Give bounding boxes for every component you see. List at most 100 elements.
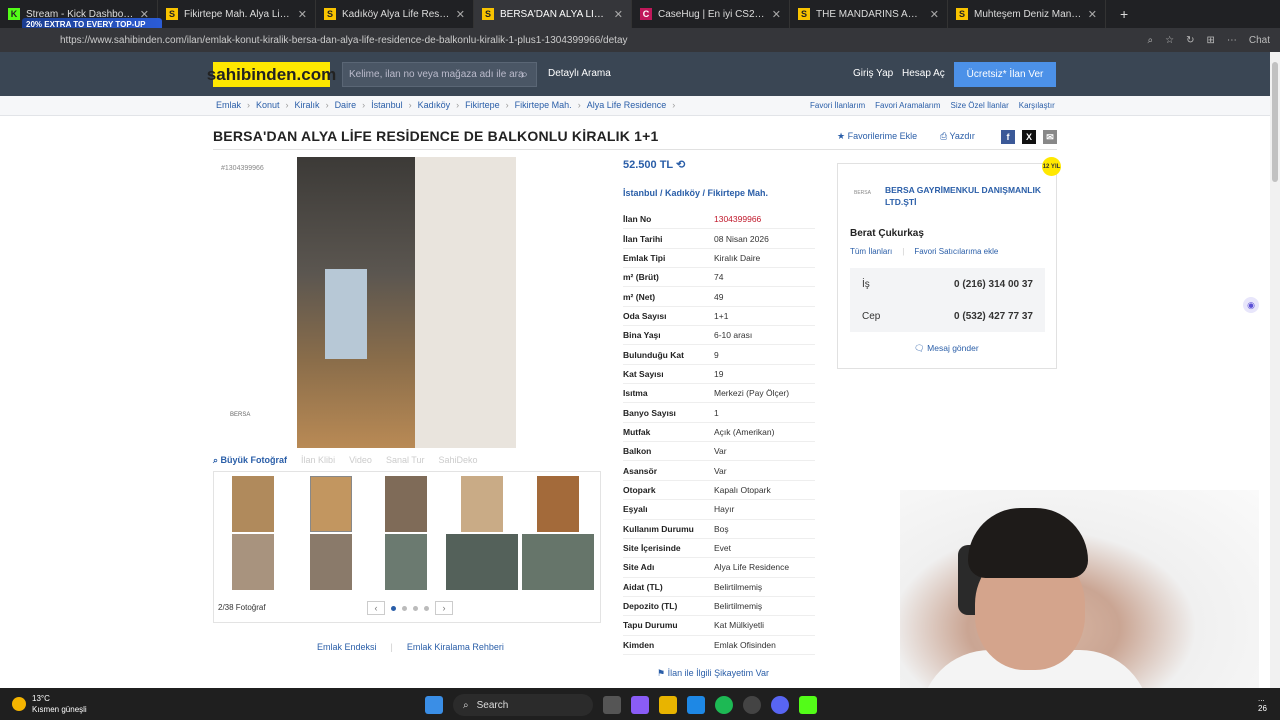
extensions-icon[interactable]: ⊞	[1206, 35, 1214, 46]
all-listings-link[interactable]: Tüm İlanları	[850, 247, 892, 256]
browser-tab[interactable]: S THE MANDARINS ACIBADEM DE ✕	[790, 0, 948, 28]
close-icon[interactable]: ✕	[298, 8, 307, 21]
browser-tab[interactable]: S Fikirtepe Mah. Alya Life Residence ✕	[158, 0, 316, 28]
clock[interactable]: ... 26	[1258, 694, 1267, 714]
assistant-icon[interactable]: ◉	[1243, 297, 1259, 313]
site-logo[interactable]: sahibinden.com	[207, 62, 336, 87]
copilot-icon[interactable]	[631, 696, 649, 714]
clip-tab[interactable]: İlan Klibi	[301, 455, 335, 465]
pager-dot[interactable]	[402, 605, 407, 611]
file-explorer-icon[interactable]	[659, 696, 677, 714]
thumbnail[interactable]	[232, 534, 274, 590]
search-input[interactable]: Kelime, ilan no veya mağaza adı ile ara …	[342, 62, 537, 87]
breadcrumb-item[interactable]: Konut	[256, 100, 280, 110]
breadcrumb-item[interactable]: Alya Life Residence	[587, 100, 667, 110]
rental-guide-link[interactable]: Emlak Kiralama Rehberi	[407, 642, 504, 652]
close-icon[interactable]: ✕	[772, 8, 781, 21]
browser-tab[interactable]: S Muhteşem Deniz Manzarasıyla Rit ✕	[948, 0, 1106, 28]
attribute-value: Merkezi (Pay Ölçer)	[714, 388, 790, 399]
thumbnail[interactable]	[232, 476, 274, 532]
seller-logo[interactable]: BERSA	[854, 190, 871, 196]
photo-wardrobe	[415, 157, 516, 448]
complaint-link[interactable]: ⚑ İlan ile İlgili Şikayetim Var	[657, 668, 769, 679]
user-shortcut-link[interactable]: Favori Aramalarım	[875, 101, 940, 110]
user-shortcut-link[interactable]: Favori İlanlarım	[810, 101, 865, 110]
login-link[interactable]: Giriş Yap	[853, 68, 893, 79]
print-link[interactable]: ⎙ Yazdır	[940, 131, 975, 142]
attribute-value: Evet	[714, 543, 732, 554]
virtual-tour-tab[interactable]: Sanal Tur	[386, 455, 425, 465]
phone-number[interactable]: 0 (216) 314 00 37	[954, 279, 1033, 290]
thumbnail[interactable]	[310, 534, 352, 590]
obs-icon[interactable]	[743, 696, 761, 714]
url-field[interactable]: https://www.sahibinden.com/ilan/emlak-ko…	[60, 35, 1040, 46]
pager-dot[interactable]	[391, 605, 396, 611]
thumbnail[interactable]	[446, 534, 518, 590]
prev-page-button[interactable]: ‹	[367, 601, 385, 615]
close-icon[interactable]: ✕	[456, 8, 465, 21]
discord-icon[interactable]	[771, 696, 789, 714]
main-photo[interactable]	[297, 157, 516, 448]
refresh-icon[interactable]: ↻	[1186, 35, 1194, 46]
user-shortcut-link[interactable]: Karşılaştır	[1019, 101, 1055, 110]
user-shortcut-link[interactable]: Size Özel İlanlar	[950, 101, 1008, 110]
browser-tab[interactable]: S Kadıköy Alya Life Residence Ferah ✕	[316, 0, 474, 28]
scrollbar[interactable]	[1270, 52, 1280, 688]
close-icon[interactable]: ✕	[614, 8, 623, 21]
breadcrumb-item[interactable]: Kiralık	[295, 100, 320, 110]
price-history-icon[interactable]: ⟲	[676, 159, 685, 171]
spotify-icon[interactable]	[715, 696, 733, 714]
task-view-icon[interactable]	[603, 696, 621, 714]
new-tab-icon[interactable]: +	[1120, 6, 1128, 22]
x-share-icon[interactable]: X	[1022, 130, 1036, 144]
sahideko-tab[interactable]: SahiDeko	[438, 455, 477, 465]
thumbnail[interactable]	[522, 534, 594, 590]
search-icon[interactable]: ⌕	[521, 67, 528, 82]
detailed-search-link[interactable]: Detaylı Arama	[548, 68, 611, 79]
next-page-button[interactable]: ›	[435, 601, 453, 615]
chevron-right-icon: ›	[247, 100, 251, 110]
menu-icon[interactable]: ⋯	[1227, 35, 1237, 46]
email-share-icon[interactable]: ✉	[1043, 130, 1057, 144]
scrollbar-thumb[interactable]	[1272, 62, 1278, 182]
weather-widget[interactable]: 13°C Kısmen güneşli	[12, 693, 87, 715]
big-photo-tab[interactable]: ⌕ Büyük Fotoğraf	[213, 455, 287, 466]
breadcrumb-item[interactable]: Daire	[335, 100, 357, 110]
star-icon[interactable]: ☆	[1165, 35, 1174, 46]
close-icon[interactable]: ✕	[930, 8, 939, 21]
breadcrumb-item[interactable]: Emlak	[216, 100, 241, 110]
location-breadcrumb[interactable]: İstanbul / Kadıköy / Fikirtepe Mah.	[623, 188, 768, 198]
seller-company[interactable]: BERSA GAYRİMENKUL DANIŞMANLIK LTD.ŞTİ	[885, 184, 1055, 208]
register-link[interactable]: Hesap Aç	[902, 68, 945, 79]
zoom-icon[interactable]: ⌕	[1148, 35, 1154, 46]
facebook-share-icon[interactable]: f	[1001, 130, 1015, 144]
pager-dot[interactable]	[413, 605, 418, 611]
thumbnail[interactable]	[310, 476, 352, 532]
thumbnail[interactable]	[385, 476, 427, 532]
browser-tab[interactable]: S BERSA'DAN ALYA LİFE RESİDENCE ✕	[474, 0, 632, 28]
thumbnail[interactable]	[461, 476, 503, 532]
taskbar-search[interactable]: ⌕ Search	[453, 694, 593, 716]
chevron-right-icon: ›	[672, 100, 676, 110]
thumbnail[interactable]	[537, 476, 579, 532]
attribute-key: Kullanım Durumu	[623, 523, 694, 534]
browser-tab[interactable]: C CaseHug | En iyi CS2 (CS:GO) kasa ✕	[632, 0, 790, 28]
phone-number[interactable]: 0 (532) 427 77 37	[954, 311, 1033, 322]
kick-icon[interactable]	[799, 696, 817, 714]
pager-dot[interactable]	[424, 605, 429, 611]
send-message-link[interactable]: 🗨 Mesaj gönder	[914, 343, 979, 354]
thumbnail[interactable]	[385, 534, 427, 590]
emlak-index-link[interactable]: Emlak Endeksi	[317, 642, 377, 652]
chat-button[interactable]: Chat	[1249, 35, 1270, 46]
edge-icon[interactable]	[687, 696, 705, 714]
close-icon[interactable]: ✕	[1088, 8, 1097, 21]
favorite-seller-link[interactable]: Favori Satıcılarıma ekle	[914, 247, 998, 256]
post-ad-button[interactable]: Ücretsiz* İlan Ver	[954, 62, 1056, 87]
video-tab[interactable]: Video	[349, 455, 372, 465]
add-favorite-link[interactable]: ★ Favorilerime Ekle	[837, 131, 917, 142]
breadcrumb-item[interactable]: Fikirtepe	[465, 100, 500, 110]
breadcrumb-item[interactable]: İstanbul	[371, 100, 403, 110]
start-icon[interactable]	[425, 696, 443, 714]
breadcrumb-item[interactable]: Fikirtepe Mah.	[515, 100, 572, 110]
breadcrumb-item[interactable]: Kadıköy	[418, 100, 451, 110]
